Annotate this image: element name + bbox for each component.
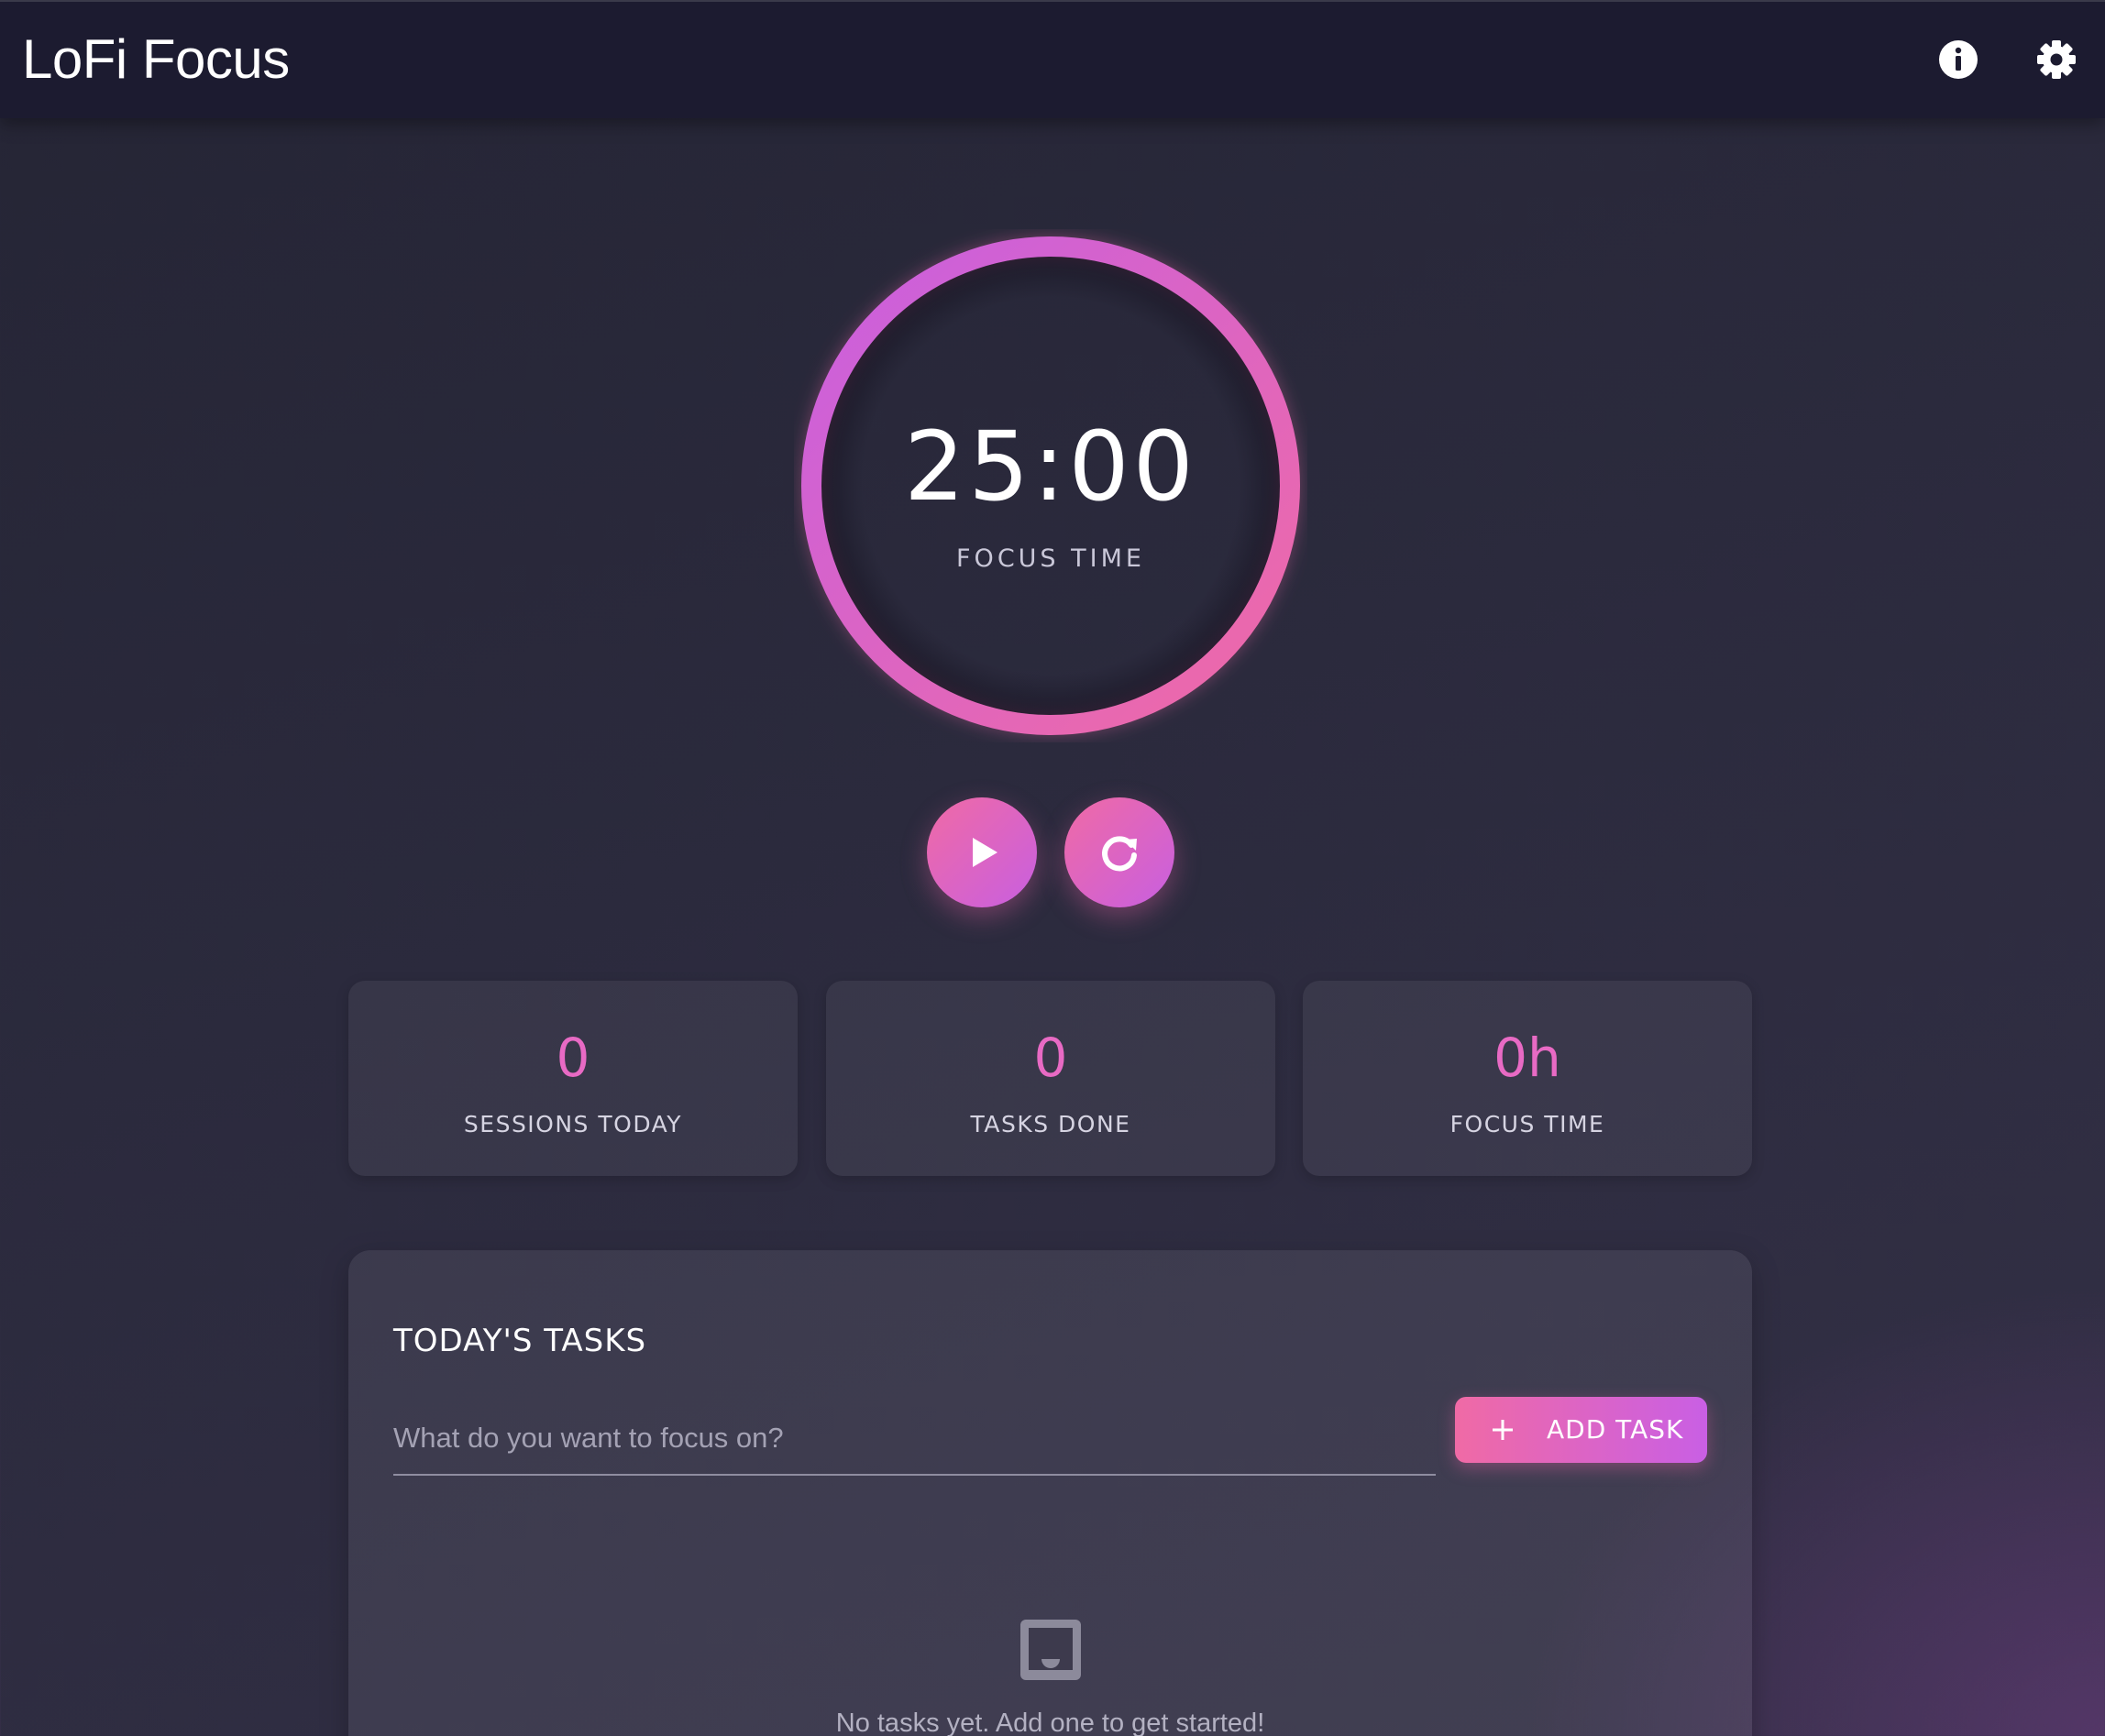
refresh-icon — [1102, 836, 1137, 872]
play-button[interactable] — [927, 797, 1037, 907]
tasks-title: TODAY'S TASKS — [393, 1323, 647, 1359]
add-task-label: ADD TASK — [1547, 1414, 1684, 1445]
gear-icon[interactable] — [2035, 38, 2077, 81]
stat-value: 0 — [1033, 1027, 1068, 1089]
info-icon[interactable] — [1937, 38, 1979, 81]
stat-value: 0 — [556, 1027, 590, 1089]
app-bar: LoFi Focus — [0, 0, 2105, 118]
stat-label: FOCUS TIME — [1449, 1111, 1605, 1137]
timer: 25:00 FOCUS TIME — [794, 229, 1307, 742]
stat-value: 0h — [1493, 1027, 1561, 1089]
stat-card-sessions: 0 SESSIONS TODAY — [348, 981, 798, 1176]
timer-mode-label: FOCUS TIME — [956, 544, 1145, 573]
add-task-button[interactable]: ADD TASK — [1455, 1397, 1707, 1463]
inbox-icon — [1020, 1620, 1081, 1680]
empty-tasks-message: No tasks yet. Add one to get started! — [835, 1709, 1265, 1736]
stat-label: SESSIONS TODAY — [463, 1111, 683, 1137]
app-title: LoFi Focus — [22, 28, 290, 90]
timer-display: 25:00 — [904, 411, 1197, 522]
stat-label: TASKS DONE — [970, 1111, 1131, 1137]
task-input[interactable] — [393, 1402, 1436, 1476]
play-icon — [973, 838, 997, 867]
stat-card-tasks-done: 0 TASKS DONE — [826, 981, 1275, 1176]
tasks-panel: TODAY'S TASKS ADD TASK No tasks yet. Add… — [348, 1250, 1752, 1736]
reset-button[interactable] — [1064, 797, 1174, 907]
plus-icon — [1493, 1420, 1513, 1440]
stat-card-focus-time: 0h FOCUS TIME — [1303, 981, 1752, 1176]
